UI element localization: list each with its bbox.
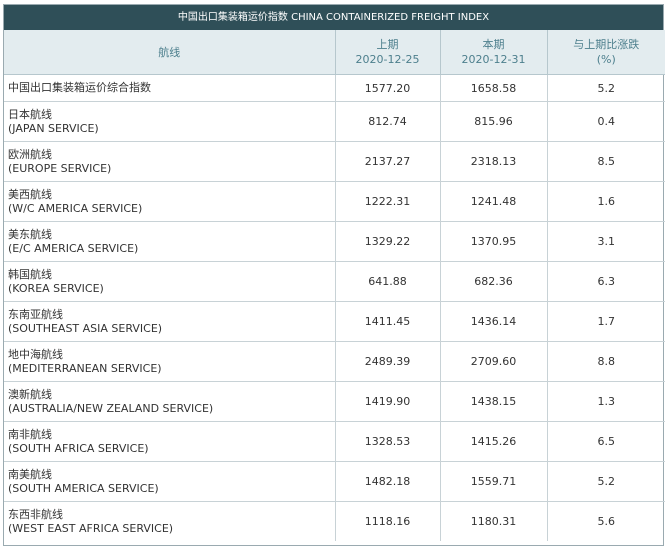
table-row: 韩国航线 (KOREA SERVICE) 641.88 682.36 6.3	[4, 261, 665, 302]
table-row: 中国出口集装箱运价综合指数 1577.20 1658.58 5.2	[4, 74, 665, 102]
route-name-cn: 美东航线	[8, 227, 52, 241]
header-change: 与上期比涨跌 (%)	[547, 30, 665, 75]
change-value-cell: 6.5	[547, 421, 665, 462]
previous-value-cell: 1328.53	[335, 421, 441, 462]
table-row: 澳新航线 (AUSTRALIA/NEW ZEALAND SERVICE) 1419…	[4, 381, 665, 422]
header-route-label: 航线	[158, 45, 181, 59]
previous-value-cell: 2489.39	[335, 341, 441, 382]
current-value-cell: 815.96	[440, 101, 548, 142]
route-name-cn: 中国出口集装箱运价综合指数	[8, 81, 151, 94]
previous-value-cell: 1118.16	[335, 501, 441, 541]
table-row: 南非航线 (SOUTH AFRICA SERVICE) 1328.53 1415.…	[4, 421, 665, 462]
change-value-cell: 5.2	[547, 74, 665, 102]
header-route: 航线	[4, 30, 336, 75]
route-name-cn: 东西非航线	[8, 507, 63, 521]
route-cell: 韩国航线 (KOREA SERVICE)	[4, 261, 336, 302]
previous-value-cell: 1411.45	[335, 301, 441, 342]
change-value-cell: 8.5	[547, 141, 665, 182]
header-previous-period: 上期 2020-12-25	[335, 30, 441, 75]
route-cell: 中国出口集装箱运价综合指数	[4, 74, 336, 102]
route-name-cn: 韩国航线	[8, 267, 52, 281]
change-value-cell: 1.3	[547, 381, 665, 422]
route-name-en: (AUSTRALIA/NEW ZEALAND SERVICE)	[8, 401, 214, 415]
current-value-cell: 682.36	[440, 261, 548, 302]
table-row: 欧洲航线 (EUROPE SERVICE) 2137.27 2318.13 8.5	[4, 141, 665, 182]
route-name-en: (MEDITERRANEAN SERVICE)	[8, 361, 162, 375]
route-name-cn: 地中海航线	[8, 347, 63, 361]
route-cell: 美西航线 (W/C AMERICA SERVICE)	[4, 181, 336, 222]
change-value-cell: 1.6	[547, 181, 665, 222]
change-value-cell: 6.3	[547, 261, 665, 302]
change-value-cell: 5.6	[597, 515, 616, 528]
route-cell: 日本航线 (JAPAN SERVICE)	[4, 101, 336, 142]
current-value-cell: 1658.58	[440, 74, 548, 102]
header-change-label: 与上期比涨跌	[573, 38, 640, 51]
previous-value-cell: 1482.18	[335, 461, 441, 502]
previous-value-cell: 1419.90	[335, 381, 441, 422]
previous-value-cell: 2137.27	[335, 141, 441, 182]
route-cell: 东南亚航线 (SOUTHEAST ASIA SERVICE)	[4, 301, 336, 342]
previous-value-cell: 1577.20	[335, 74, 441, 102]
route-name-en: (SOUTH AMERICA SERVICE)	[8, 481, 159, 495]
change-value-cell: 3.1	[547, 221, 665, 262]
route-cell: 地中海航线 (MEDITERRANEAN SERVICE)	[4, 341, 336, 382]
current-value-cell: 1559.71	[440, 461, 548, 502]
freight-index-table: 航线 上期 2020-12-25 本期 2020-12-31 与上期比涨跌 (%…	[4, 30, 665, 541]
route-name-en: (EUROPE SERVICE)	[8, 161, 112, 175]
current-value-cell: 2318.13	[440, 141, 548, 182]
current-value-cell: 1180.31	[440, 501, 548, 541]
current-value-cell: 1438.15	[440, 381, 548, 422]
header-current-period: 本期 2020-12-31	[440, 30, 548, 75]
route-name-cn: 南非航线	[8, 427, 52, 441]
previous-value-cell: 812.74	[335, 101, 441, 142]
header-previous-date: 2020-12-25	[355, 53, 420, 66]
route-cell: 南非航线 (SOUTH AFRICA SERVICE)	[4, 421, 336, 462]
route-name-cn: 澳新航线	[8, 387, 52, 401]
change-value-cell: 5.2	[547, 461, 665, 502]
current-value-cell: 1415.26	[440, 421, 548, 462]
change-value-cell: 1.7	[547, 301, 665, 342]
route-name-en: (JAPAN SERVICE)	[8, 121, 99, 135]
route-name-en: (SOUTH AFRICA SERVICE)	[8, 441, 149, 455]
route-name-en: (WEST EAST AFRICA SERVICE)	[8, 521, 174, 535]
route-name-cn: 东南亚航线	[8, 307, 63, 321]
previous-value-cell: 641.88	[335, 261, 441, 302]
route-name-en: (SOUTHEAST ASIA SERVICE)	[8, 321, 163, 335]
previous-value-cell: 1329.22	[335, 221, 441, 262]
route-cell: 美东航线 (E/C AMERICA SERVICE)	[4, 221, 336, 262]
table-banner-title: 中国出口集装箱运价指数 CHINA CONTAINERIZED FREIGHT …	[4, 5, 663, 30]
route-name-cn: 欧洲航线	[8, 147, 52, 161]
route-cell: 澳新航线 (AUSTRALIA/NEW ZEALAND SERVICE)	[4, 381, 336, 422]
table-row: 地中海航线 (MEDITERRANEAN SERVICE) 2489.39 270…	[4, 341, 665, 382]
route-name-cn: 日本航线	[8, 107, 52, 121]
current-value-cell: 2709.60	[440, 341, 548, 382]
table-row: 美东航线 (E/C AMERICA SERVICE) 1329.22 1370.9…	[4, 221, 665, 262]
route-name-en: (W/C AMERICA SERVICE)	[8, 201, 143, 215]
route-name-cn: 美西航线	[8, 187, 52, 201]
freight-index-table-frame: 中国出口集装箱运价指数 CHINA CONTAINERIZED FREIGHT …	[3, 4, 665, 546]
route-cell: 南美航线 (SOUTH AMERICA SERVICE)	[4, 461, 336, 502]
current-value-cell: 1436.14	[440, 301, 548, 342]
table-row: 美西航线 (W/C AMERICA SERVICE) 1222.31 1241.4…	[4, 181, 665, 222]
route-cell: 东西非航线 (WEST EAST AFRICA SERVICE)	[4, 501, 336, 541]
route-name-en: (E/C AMERICA SERVICE)	[8, 241, 139, 255]
change-value-cell: 0.4	[547, 101, 665, 142]
route-name-cn: 南美航线	[8, 467, 52, 481]
table-row: 东西非航线 (WEST EAST AFRICA SERVICE) 1118.16 …	[4, 501, 665, 541]
table-header-row: 航线 上期 2020-12-25 本期 2020-12-31 与上期比涨跌 (%…	[4, 30, 665, 75]
current-value-cell: 1241.48	[440, 181, 548, 222]
change-value-cell: 8.8	[547, 341, 665, 382]
header-current-label: 本期	[482, 38, 505, 51]
route-name-en: (KOREA SERVICE)	[8, 281, 104, 295]
route-cell: 欧洲航线 (EUROPE SERVICE)	[4, 141, 336, 182]
previous-value-cell: 1222.31	[335, 181, 441, 222]
header-previous-label: 上期	[376, 38, 399, 51]
table-row: 日本航线 (JAPAN SERVICE) 812.74 815.96 0.4	[4, 101, 665, 142]
header-change-unit: (%)	[596, 53, 616, 66]
table-row: 东南亚航线 (SOUTHEAST ASIA SERVICE) 1411.45 14…	[4, 301, 665, 342]
current-value-cell: 1370.95	[440, 221, 548, 262]
table-row: 南美航线 (SOUTH AMERICA SERVICE) 1482.18 1559…	[4, 461, 665, 502]
header-current-date: 2020-12-31	[461, 53, 526, 66]
